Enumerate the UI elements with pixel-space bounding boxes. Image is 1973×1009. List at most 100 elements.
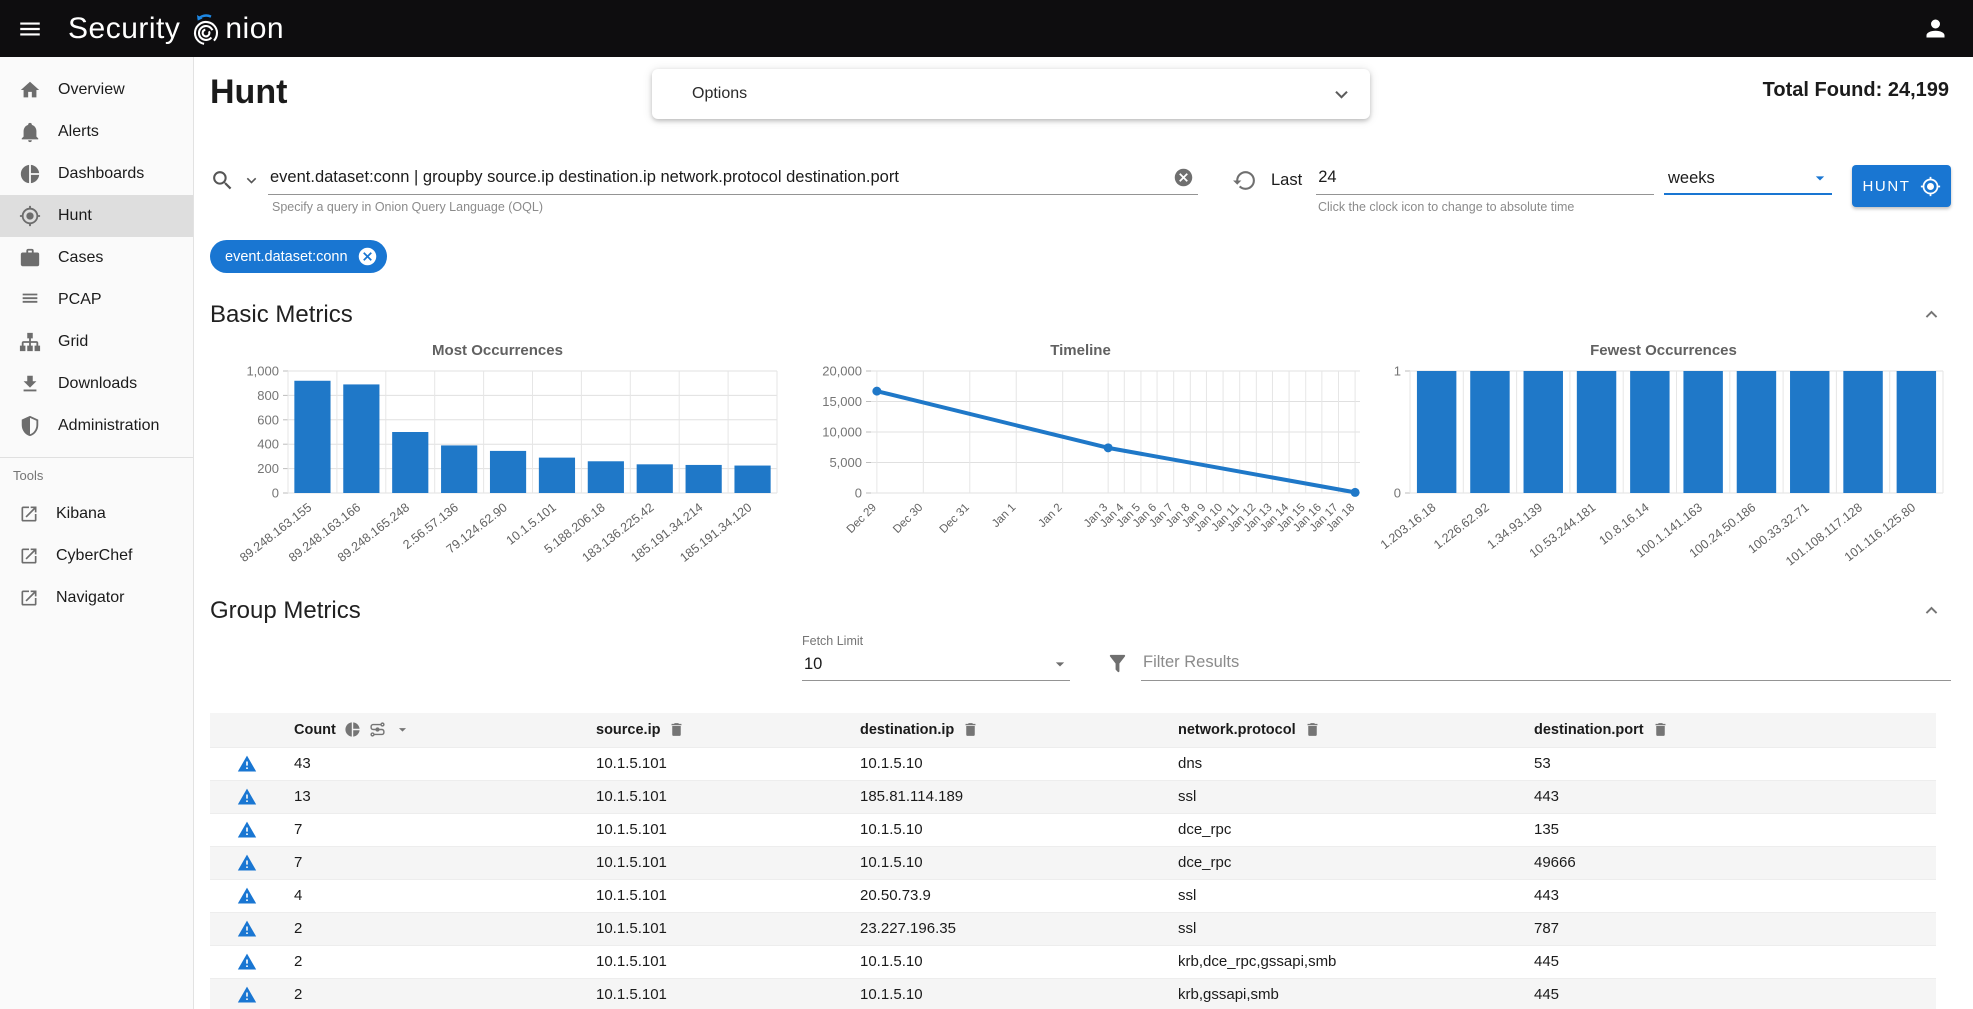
row-actions-cell[interactable] xyxy=(210,780,294,813)
sidebar-item-cyberchef[interactable]: CyberChef xyxy=(0,535,193,577)
table-cell[interactable]: 135 xyxy=(1534,813,1936,846)
alert-triangle-icon[interactable] xyxy=(237,853,294,873)
sidebar-item-grid[interactable]: Grid xyxy=(0,321,193,363)
filter-chip[interactable]: event.dataset:conn xyxy=(210,240,387,273)
fewest-occurrences-plot[interactable]: 011.203.16.181.226.62.921.34.93.13910.53… xyxy=(1376,361,1951,589)
row-actions-cell[interactable] xyxy=(210,912,294,945)
table-cell[interactable]: 10.1.5.101 xyxy=(596,879,860,912)
sidebar-item-overview[interactable]: Overview xyxy=(0,69,193,111)
basic-metrics-collapse-icon[interactable] xyxy=(1912,299,1951,330)
clock-history-icon[interactable] xyxy=(1232,168,1257,193)
duration-input[interactable] xyxy=(1316,165,1654,195)
filter-results-input[interactable] xyxy=(1141,647,1951,681)
table-cell[interactable]: dce_rpc xyxy=(1178,813,1534,846)
most-occurrences-plot[interactable]: 02004006008001,00089.248.163.15589.248.1… xyxy=(210,361,785,589)
table-cell[interactable]: 49666 xyxy=(1534,846,1936,879)
chip-close-icon[interactable] xyxy=(357,246,378,267)
alert-triangle-icon[interactable] xyxy=(237,820,294,840)
table-cell[interactable]: 445 xyxy=(1534,945,1936,978)
sidebar-item-pcap[interactable]: PCAP xyxy=(0,279,193,321)
column-header-destination-ip[interactable]: destination.ip xyxy=(860,713,1178,747)
table-cell[interactable]: 10.1.5.10 xyxy=(860,945,1178,978)
query-input[interactable] xyxy=(268,165,1198,195)
sidebar-item-kibana[interactable]: Kibana xyxy=(0,493,193,535)
table-cell[interactable]: 43 xyxy=(294,747,596,780)
table-cell[interactable]: 185.81.114.189 xyxy=(860,780,1178,813)
table-cell[interactable]: 10.1.5.101 xyxy=(596,846,860,879)
sidebar-item-dashboards[interactable]: Dashboards xyxy=(0,153,193,195)
sidebar-item-navigator[interactable]: Navigator xyxy=(0,577,193,619)
table-cell[interactable]: 443 xyxy=(1534,879,1936,912)
row-actions-cell[interactable] xyxy=(210,813,294,846)
timeline-plot[interactable]: 05,00010,00015,00020,000Dec 29Dec 30Dec … xyxy=(793,361,1368,589)
table-cell[interactable]: ssl xyxy=(1178,912,1534,945)
options-expander[interactable]: Options xyxy=(652,69,1370,119)
menu-icon[interactable] xyxy=(0,16,60,42)
table-cell[interactable]: 2 xyxy=(294,945,596,978)
table-cell[interactable]: 23.227.196.35 xyxy=(860,912,1178,945)
column-menu-caret-icon[interactable] xyxy=(394,721,411,738)
row-actions-cell[interactable] xyxy=(210,846,294,879)
hunt-button[interactable]: HUNT xyxy=(1852,165,1951,207)
sidebar-item-cases[interactable]: Cases xyxy=(0,237,193,279)
remove-column-icon[interactable] xyxy=(668,721,685,738)
table-cell[interactable]: krb,gssapi,smb xyxy=(1178,978,1534,1009)
sidebar-item-administration[interactable]: Administration xyxy=(0,405,193,447)
row-actions-cell[interactable] xyxy=(210,747,294,780)
pie-chart-icon[interactable] xyxy=(344,721,361,738)
table-cell[interactable]: 7 xyxy=(294,813,596,846)
remove-column-icon[interactable] xyxy=(962,721,979,738)
search-icon[interactable] xyxy=(210,168,235,193)
row-actions-cell[interactable] xyxy=(210,945,294,978)
column-header-source-ip[interactable]: source.ip xyxy=(596,713,860,747)
column-header-count[interactable]: Count xyxy=(294,713,596,747)
table-cell[interactable]: 10.1.5.101 xyxy=(596,978,860,1009)
table-cell[interactable]: 10.1.5.101 xyxy=(596,813,860,846)
table-cell[interactable]: dce_rpc xyxy=(1178,846,1534,879)
remove-column-icon[interactable] xyxy=(1304,721,1321,738)
table-cell[interactable]: 7 xyxy=(294,846,596,879)
table-cell[interactable]: krb,dce_rpc,gssapi,smb xyxy=(1178,945,1534,978)
table-cell[interactable]: 443 xyxy=(1534,780,1936,813)
alert-triangle-icon[interactable] xyxy=(237,919,294,939)
remove-column-icon[interactable] xyxy=(1652,721,1669,738)
group-metrics-collapse-icon[interactable] xyxy=(1912,595,1951,626)
table-cell[interactable]: ssl xyxy=(1178,879,1534,912)
row-actions-cell[interactable] xyxy=(210,879,294,912)
table-cell[interactable]: 10.1.5.10 xyxy=(860,747,1178,780)
sidebar-item-alerts[interactable]: Alerts xyxy=(0,111,193,153)
column-header-destination-port[interactable]: destination.port xyxy=(1534,713,1936,747)
alert-triangle-icon[interactable] xyxy=(237,787,294,807)
table-cell[interactable]: 787 xyxy=(1534,912,1936,945)
table-cell[interactable]: 20.50.73.9 xyxy=(860,879,1178,912)
query-history-chevron-icon[interactable] xyxy=(242,171,261,190)
alert-triangle-icon[interactable] xyxy=(237,952,294,972)
table-cell[interactable]: 53 xyxy=(1534,747,1936,780)
table-cell[interactable]: 2 xyxy=(294,978,596,1009)
table-cell[interactable]: 445 xyxy=(1534,978,1936,1009)
column-header-network-protocol[interactable]: network.protocol xyxy=(1178,713,1534,747)
table-cell[interactable]: 4 xyxy=(294,879,596,912)
table-cell[interactable]: 10.1.5.101 xyxy=(596,780,860,813)
table-cell[interactable]: 10.1.5.10 xyxy=(860,978,1178,1009)
table-cell[interactable]: 10.1.5.101 xyxy=(596,747,860,780)
sidebar-item-downloads[interactable]: Downloads xyxy=(0,363,193,405)
account-icon[interactable] xyxy=(1922,15,1949,42)
alert-triangle-icon[interactable] xyxy=(237,886,294,906)
fetch-limit-select[interactable]: 10 xyxy=(802,650,1070,681)
alert-triangle-icon[interactable] xyxy=(237,985,294,1005)
table-cell[interactable]: 10.1.5.101 xyxy=(596,945,860,978)
graph-icon[interactable] xyxy=(369,721,386,738)
table-cell[interactable]: 10.1.5.101 xyxy=(596,912,860,945)
row-actions-cell[interactable] xyxy=(210,978,294,1009)
sidebar-item-hunt[interactable]: Hunt xyxy=(0,195,193,237)
table-cell[interactable]: 10.1.5.10 xyxy=(860,813,1178,846)
clear-query-icon[interactable] xyxy=(1173,167,1194,188)
table-cell[interactable]: 13 xyxy=(294,780,596,813)
table-cell[interactable]: 2 xyxy=(294,912,596,945)
time-unit-select[interactable]: weeks xyxy=(1664,165,1832,195)
alert-triangle-icon[interactable] xyxy=(237,754,294,774)
table-cell[interactable]: 10.1.5.10 xyxy=(860,846,1178,879)
table-cell[interactable]: dns xyxy=(1178,747,1534,780)
table-cell[interactable]: ssl xyxy=(1178,780,1534,813)
